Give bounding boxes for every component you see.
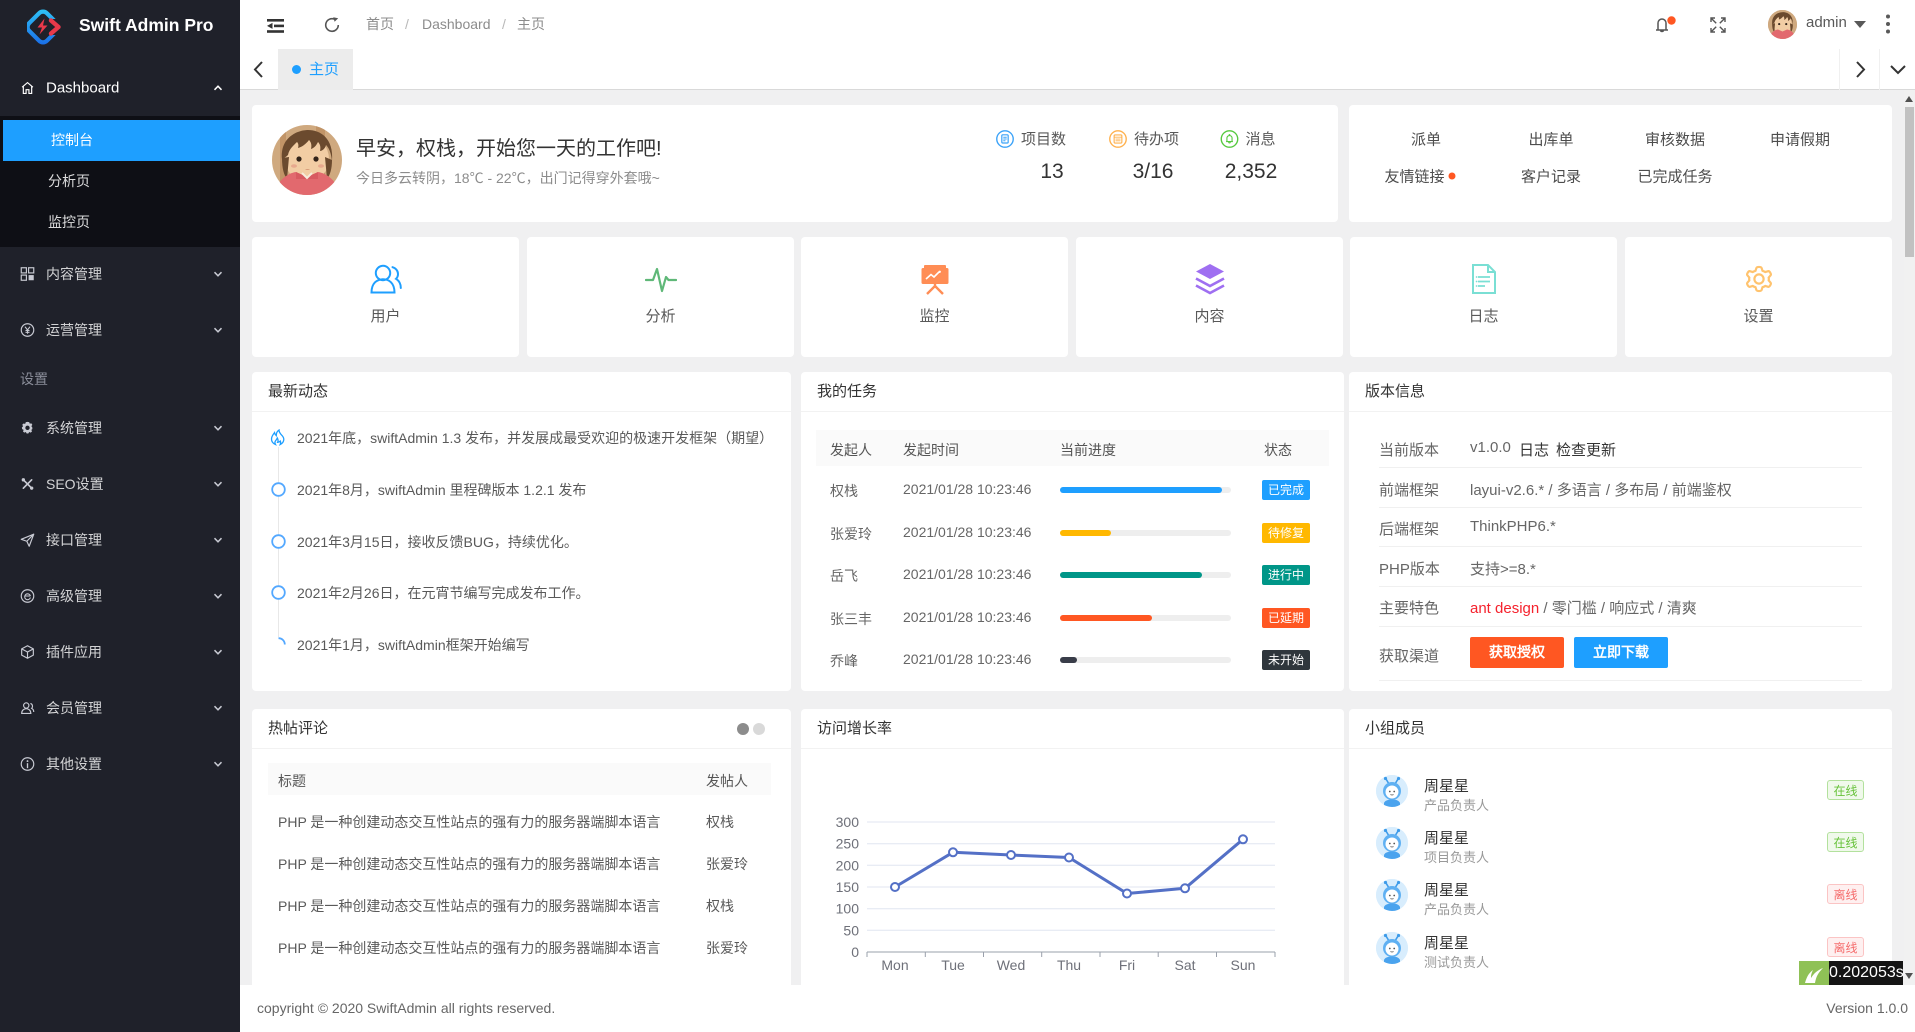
- svg-text:Fri: Fri: [1119, 957, 1135, 973]
- svg-text:Sat: Sat: [1174, 957, 1195, 973]
- svg-text:100: 100: [836, 901, 860, 917]
- svg-text:250: 250: [836, 836, 860, 852]
- svg-text:200: 200: [836, 857, 860, 873]
- svg-text:Sun: Sun: [1231, 957, 1256, 973]
- svg-text:Wed: Wed: [997, 957, 1026, 973]
- svg-text:Mon: Mon: [881, 957, 908, 973]
- svg-text:50: 50: [843, 922, 859, 938]
- svg-text:300: 300: [836, 814, 860, 830]
- svg-text:Tue: Tue: [941, 957, 965, 973]
- svg-text:150: 150: [836, 879, 860, 895]
- svg-text:0: 0: [851, 944, 859, 960]
- svg-text:Thu: Thu: [1057, 957, 1081, 973]
